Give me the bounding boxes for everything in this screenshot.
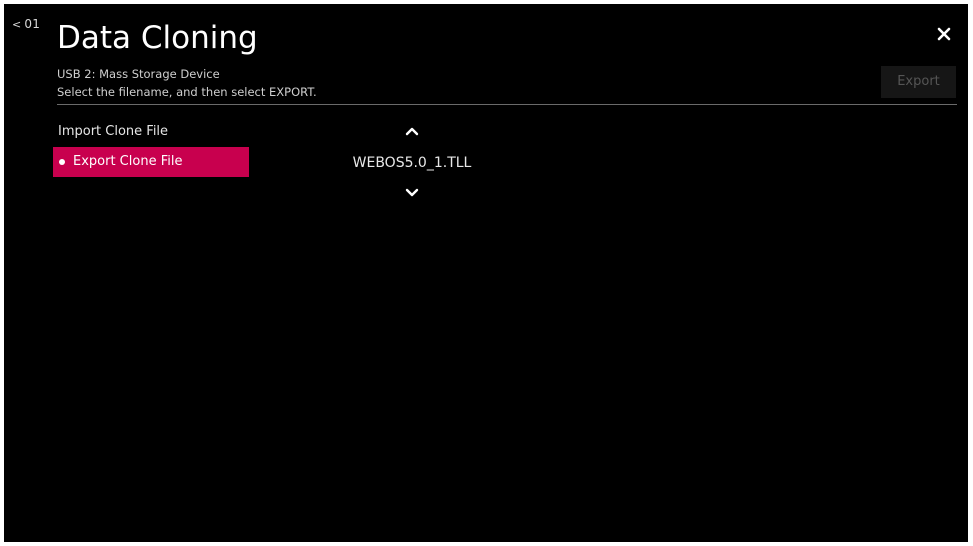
instruction-subtitle: Select the filename, and then select EXP…: [57, 85, 317, 99]
back-label: 01: [24, 17, 41, 31]
page-title: Data Cloning: [57, 20, 258, 56]
menu-item-label: Export Clone File: [73, 154, 183, 169]
selected-filename[interactable]: WEBOS5.0_1.TLL: [344, 155, 480, 171]
device-subtitle: USB 2: Mass Storage Device: [57, 67, 220, 81]
data-cloning-screen: <01 Data Cloning USB 2: Mass Storage Dev…: [4, 4, 968, 542]
export-button[interactable]: Export: [881, 66, 956, 98]
menu-item-import-clone-file[interactable]: Import Clone File: [53, 117, 249, 147]
back-chevron-icon: <: [12, 18, 22, 31]
scroll-up-button[interactable]: [404, 125, 420, 137]
chevron-up-icon: [405, 127, 419, 136]
menu-item-label: Import Clone File: [58, 124, 169, 139]
close-icon: [937, 27, 951, 41]
header-divider: [57, 104, 957, 105]
selected-dot-icon: [59, 159, 65, 165]
back-button[interactable]: <01: [12, 17, 40, 31]
menu-item-export-clone-file[interactable]: Export Clone File: [53, 147, 249, 177]
close-button[interactable]: [934, 24, 954, 44]
chevron-down-icon: [405, 188, 419, 197]
scroll-down-button[interactable]: [404, 187, 420, 199]
